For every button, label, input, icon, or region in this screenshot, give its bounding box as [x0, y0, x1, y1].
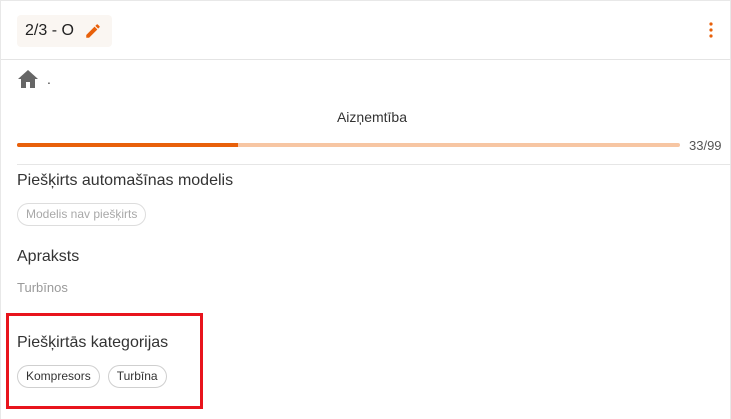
- home-icon[interactable]: [18, 70, 38, 88]
- more-vertical-icon[interactable]: [708, 22, 714, 38]
- occupancy-progress-fill: [17, 143, 238, 147]
- occupancy-progress-bar: [17, 143, 680, 147]
- car-model-chip-row: Modelis nav piešķirts: [17, 203, 147, 226]
- description-heading: Apraksts: [17, 248, 80, 265]
- occupancy-value: 33/99: [689, 138, 722, 153]
- page-title: 2/3 - O: [25, 22, 74, 39]
- title-chip[interactable]: 2/3 - O: [17, 15, 112, 47]
- edit-pencil-icon[interactable]: [84, 22, 102, 40]
- breadcrumb-current[interactable]: .: [47, 71, 51, 87]
- details-card: 2/3 - O . Aizņemtība 33/99 Piešķirts aut…: [0, 0, 731, 419]
- categories-highlight-box: [6, 313, 203, 409]
- section-divider: [17, 164, 731, 165]
- description-value: Turbīnos: [17, 280, 68, 295]
- car-model-chip: Modelis nav piešķirts: [17, 203, 147, 226]
- occupancy-label: Aizņemtība: [336, 109, 408, 125]
- card-header: 2/3 - O: [1, 1, 730, 60]
- car-model-heading: Piešķirts automašīnas modelis: [17, 172, 234, 189]
